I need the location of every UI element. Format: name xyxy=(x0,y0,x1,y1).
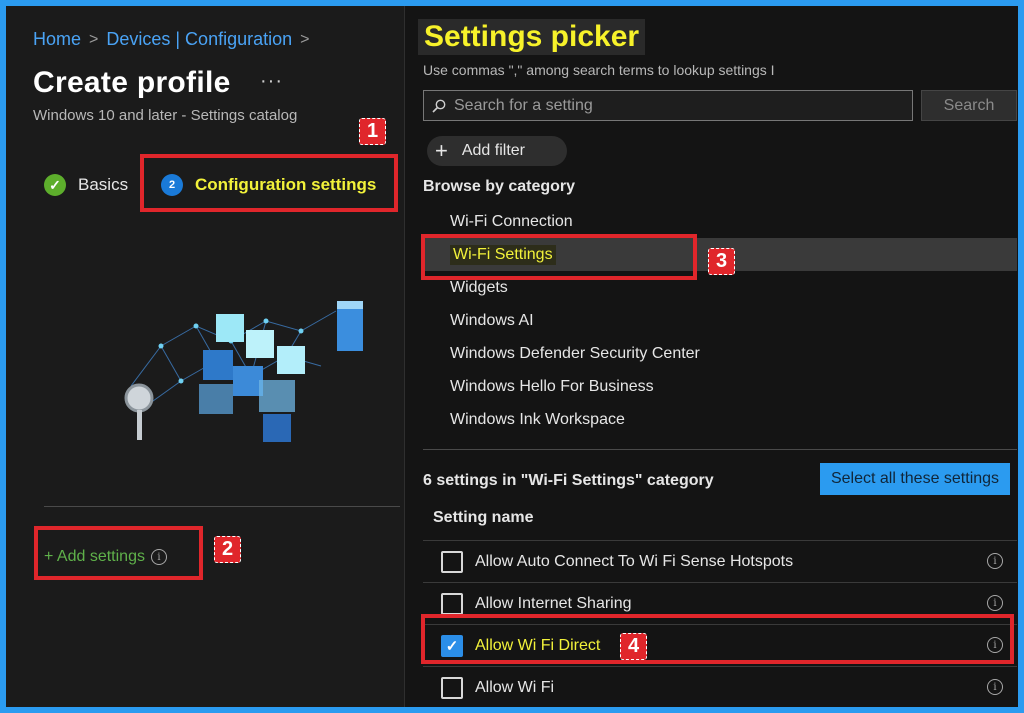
category-item[interactable]: Windows AI xyxy=(423,304,1017,337)
info-icon[interactable]: i xyxy=(987,595,1003,611)
callout-box-2 xyxy=(34,526,203,580)
divider xyxy=(44,506,400,507)
search-icon xyxy=(432,99,446,113)
callout-box-3 xyxy=(421,234,697,280)
category-label: Windows Defender Security Center xyxy=(450,344,700,362)
category-label: Wi-Fi Connection xyxy=(450,212,573,230)
category-item[interactable]: Windows Defender Security Center xyxy=(423,337,1017,370)
page-subtitle: Windows 10 and later - Settings catalog xyxy=(33,107,298,124)
add-filter-label: Add filter xyxy=(461,142,525,159)
info-icon[interactable]: i xyxy=(987,679,1003,695)
category-label: Windows Ink Workspace xyxy=(450,410,625,428)
checkbox-icon[interactable] xyxy=(441,676,463,699)
tab-basics-label: Basics xyxy=(78,175,129,194)
setting-row[interactable]: Allow Auto Connect To Wi Fi Sense Hotspo… xyxy=(423,540,1017,582)
chevron-right-icon: > xyxy=(300,30,310,48)
search-input[interactable]: Search for a setting xyxy=(423,90,913,121)
setting-row[interactable]: Allow Wi Fi i xyxy=(423,666,1017,707)
more-icon[interactable]: ··· xyxy=(260,70,283,93)
category-item[interactable]: Windows Hello For Business xyxy=(423,370,1017,403)
divider xyxy=(423,449,1017,450)
checkbox-icon[interactable] xyxy=(441,550,463,573)
search-placeholder: Search for a setting xyxy=(454,96,593,114)
breadcrumb: Home > Devices | Configuration > xyxy=(33,29,309,50)
settings-count-label: 6 settings in "Wi-Fi Settings" category xyxy=(423,472,714,489)
picker-hint: Use commas "," among search terms to loo… xyxy=(423,62,775,78)
breadcrumb-home[interactable]: Home xyxy=(33,29,81,50)
create-profile-pane: Home > Devices | Configuration > Create … xyxy=(6,6,404,707)
callout-box-4 xyxy=(421,614,1014,664)
chevron-right-icon: > xyxy=(89,30,99,48)
app-frame: Home > Devices | Configuration > Create … xyxy=(6,6,1018,707)
setting-label: Allow Wi Fi xyxy=(475,678,555,696)
checkbox-icon[interactable] xyxy=(441,592,463,615)
add-filter-button[interactable]: + Add filter xyxy=(427,136,567,166)
select-all-button[interactable]: Select all these settings xyxy=(820,463,1010,495)
setting-label: Allow Auto Connect To Wi Fi Sense Hotspo… xyxy=(475,552,794,570)
column-header-setting-name: Setting name xyxy=(433,509,534,526)
setting-label: Allow Internet Sharing xyxy=(475,594,632,612)
browse-heading: Browse by category xyxy=(423,178,576,195)
callout-badge-3: 3 xyxy=(708,248,735,275)
callout-badge-1: 1 xyxy=(359,118,386,145)
settings-picker-pane: Settings picker Use commas "," among sea… xyxy=(404,6,1018,707)
callout-badge-2: 2 xyxy=(214,536,241,563)
tab-basics[interactable]: ✓ Basics xyxy=(44,174,128,196)
category-label: Windows AI xyxy=(450,311,534,329)
page-title: Create profile xyxy=(33,66,231,99)
category-label: Windows Hello For Business xyxy=(450,377,654,395)
callout-badge-4: 4 xyxy=(620,633,647,660)
picker-title: Settings picker xyxy=(418,19,646,55)
search-button[interactable]: Search xyxy=(921,90,1017,121)
settings-illustration xyxy=(124,301,363,442)
category-item[interactable]: Windows Ink Workspace xyxy=(423,403,1017,436)
callout-box-1 xyxy=(140,154,398,212)
category-label: Widgets xyxy=(450,278,508,296)
plus-icon: + xyxy=(435,138,448,163)
breadcrumb-devices[interactable]: Devices | Configuration xyxy=(106,29,292,50)
info-icon[interactable]: i xyxy=(987,553,1003,569)
check-icon: ✓ xyxy=(44,174,66,196)
